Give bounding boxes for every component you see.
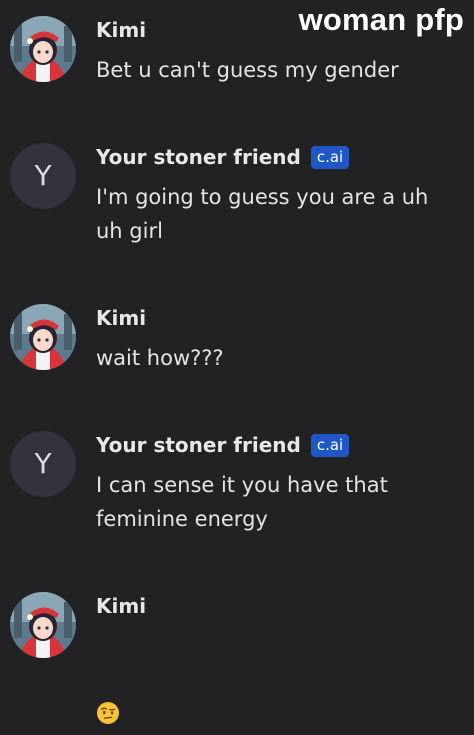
message-text: I'm going to guess you are a uh uh girl bbox=[96, 185, 429, 243]
message-text: I can sense it you have that feminine en… bbox=[96, 473, 388, 531]
author-name: Your stoner friend bbox=[96, 433, 301, 457]
raised-eyebrow-emoji bbox=[96, 667, 120, 724]
author-name: Kimi bbox=[96, 18, 147, 42]
message-text: wait how??? bbox=[96, 346, 224, 370]
cai-badge: c.ai bbox=[310, 433, 350, 457]
cai-badge: c.ai bbox=[310, 145, 350, 169]
avatar[interactable] bbox=[10, 592, 76, 658]
author-name: Your stoner friend bbox=[96, 145, 301, 169]
avatar[interactable] bbox=[10, 16, 76, 82]
message-text bbox=[96, 629, 462, 735]
author-name: Kimi bbox=[96, 306, 147, 330]
author-name: Kimi bbox=[96, 594, 147, 618]
avatar[interactable]: Y bbox=[10, 431, 76, 497]
message-text: Bet u can't guess my gender bbox=[96, 58, 399, 82]
avatar[interactable] bbox=[10, 304, 76, 370]
avatar[interactable]: Y bbox=[10, 143, 76, 209]
